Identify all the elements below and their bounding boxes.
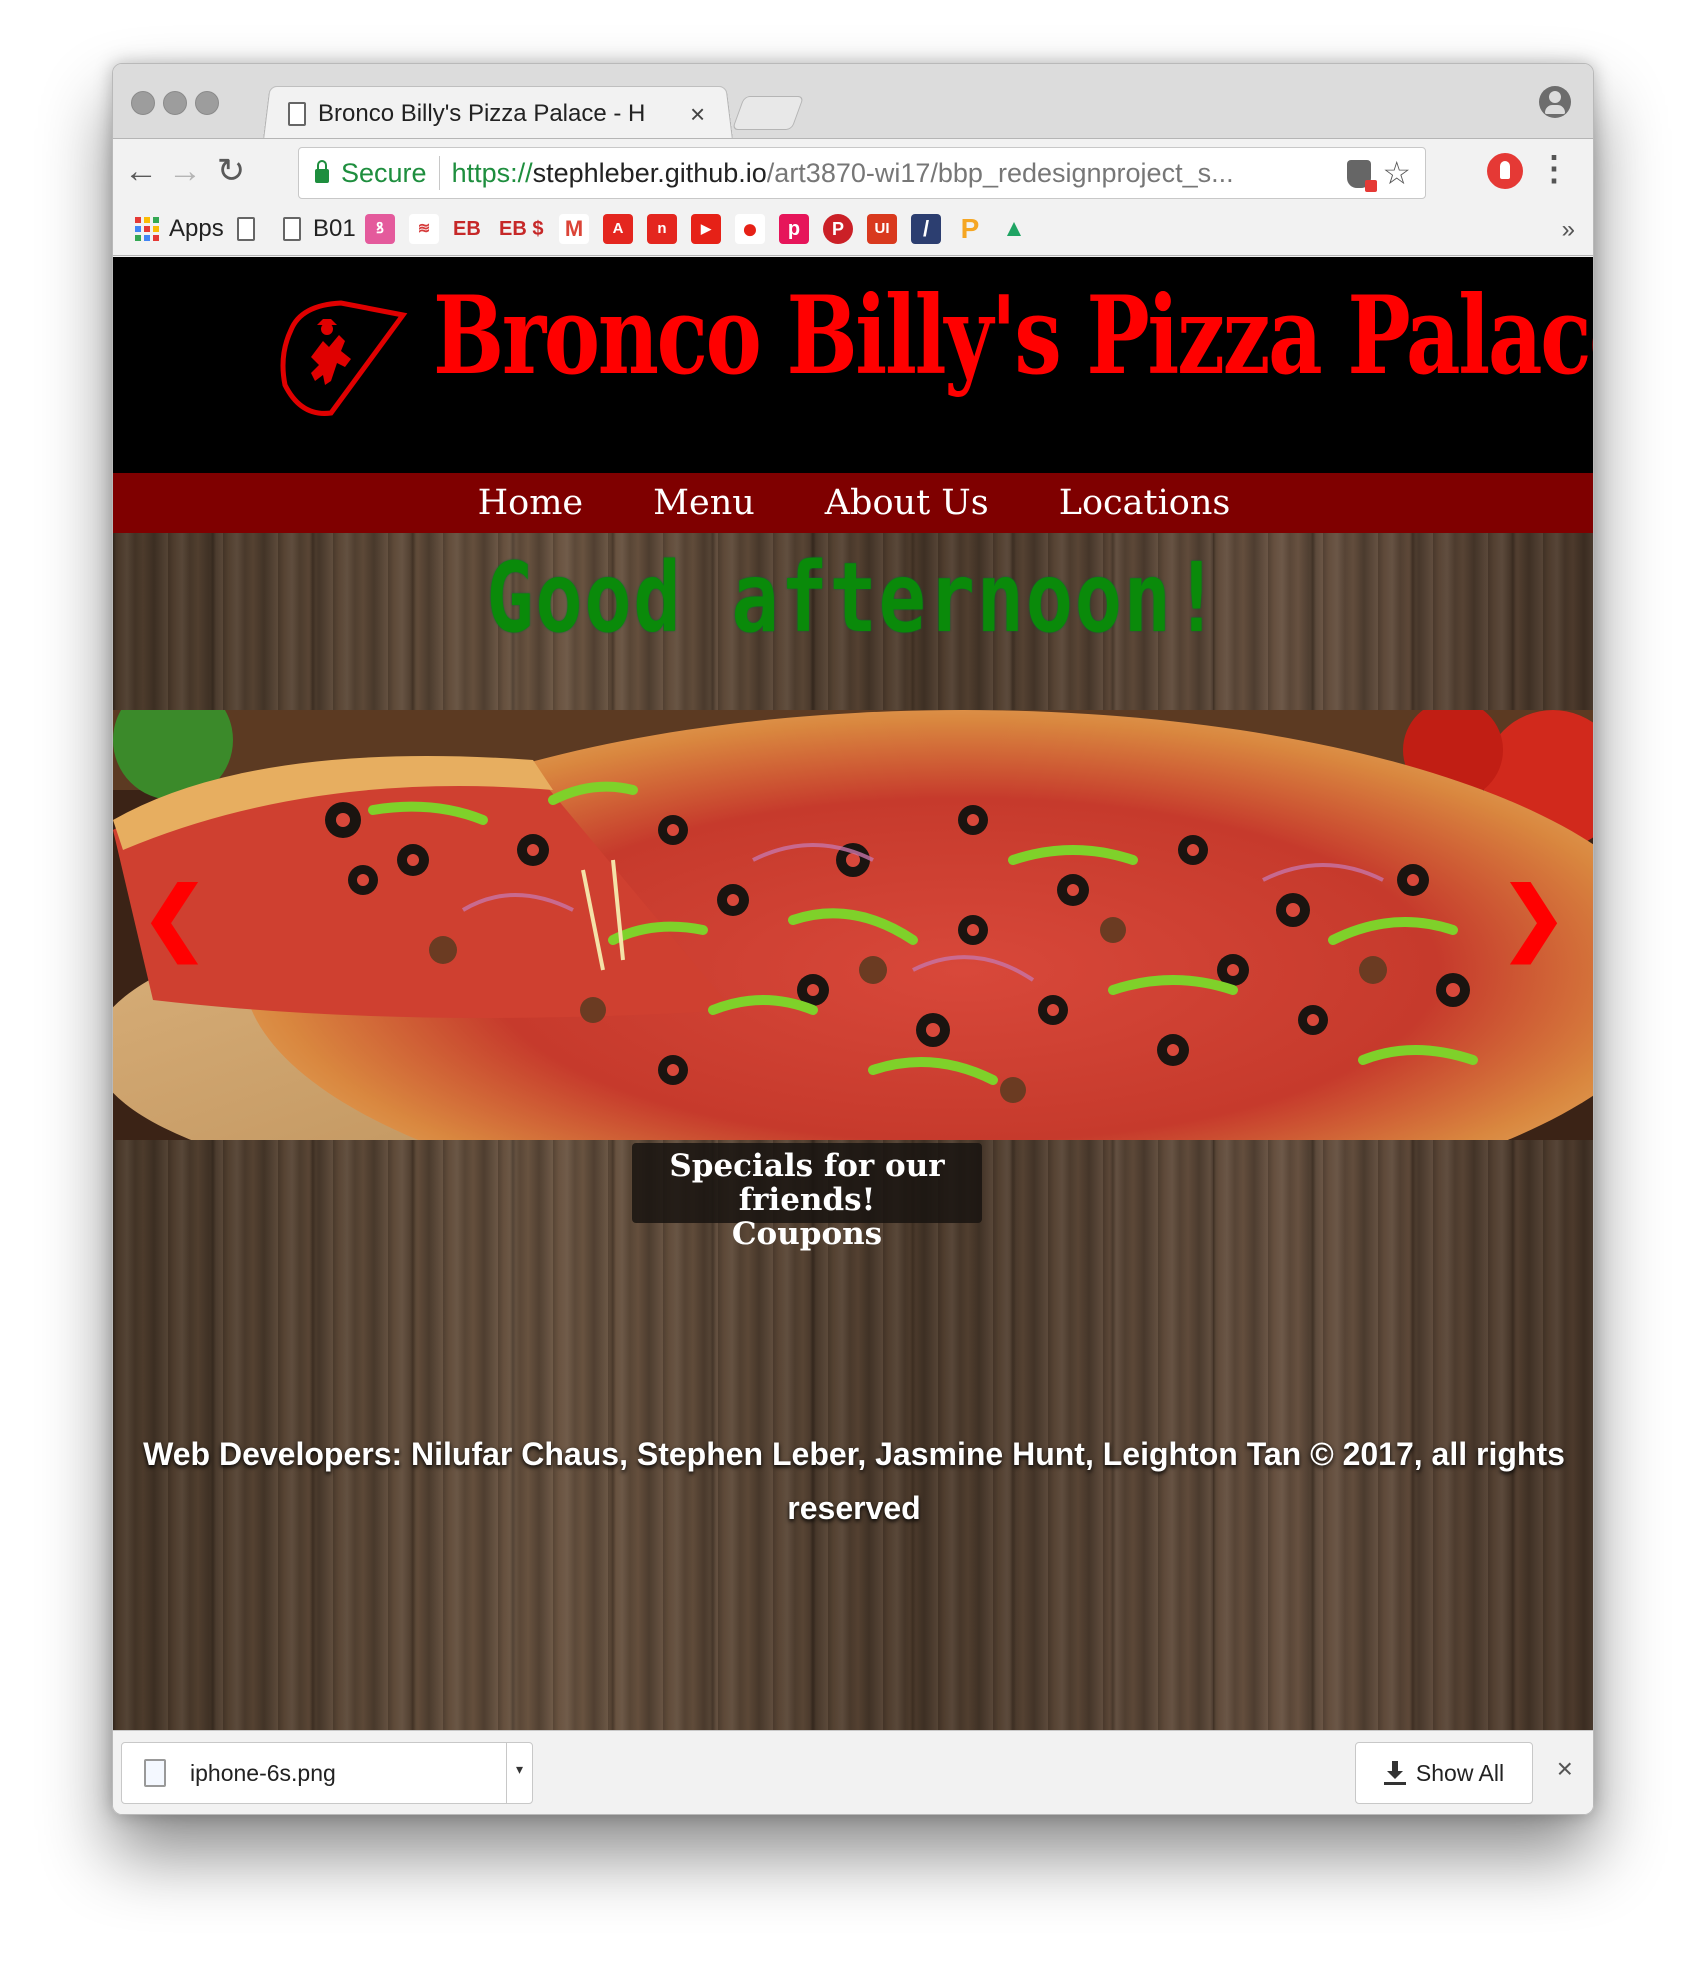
bookmark-star-icon[interactable]: ☆ xyxy=(1382,154,1411,192)
page-icon xyxy=(283,217,301,241)
bookmark-p-yellow[interactable]: P xyxy=(955,214,985,244)
toolbar: ← → ↻ Secure https:// stephleber.github.… xyxy=(113,138,1593,204)
greeting-heading: Good afternoon! xyxy=(486,542,1222,654)
url-path: /art3870-wi17/bbp_redesignproject_s... xyxy=(766,157,1234,188)
url-host: stephleber.github.io xyxy=(532,157,767,188)
adobe-favicon-icon: A xyxy=(603,214,633,244)
download-menu-caret-icon[interactable]: ▾ xyxy=(506,1743,532,1803)
youtube-favicon-icon: ▶ xyxy=(691,214,721,244)
zoom-window-button[interactable] xyxy=(195,91,219,115)
bookmark-adobe[interactable]: A xyxy=(603,214,633,244)
site-header: Bronco Billy's Pizza Palace xyxy=(113,257,1593,473)
lock-icon xyxy=(315,160,329,183)
nedit-favicon-icon: n xyxy=(647,214,677,244)
bookmark-eb-dollar[interactable]: EB $ xyxy=(499,214,543,244)
page-icon xyxy=(288,102,306,126)
browser-menu-icon[interactable]: ⋮ xyxy=(1537,149,1571,189)
bookmark-apps[interactable]: Apps xyxy=(135,214,224,244)
nav-home[interactable]: Home xyxy=(478,483,584,523)
close-window-button[interactable] xyxy=(131,91,155,115)
site-title[interactable]: Bronco Billy's Pizza Palace xyxy=(433,269,1593,404)
show-all-label: Show All xyxy=(1415,1759,1505,1786)
bookmark-ui[interactable]: UI xyxy=(867,214,897,244)
web-page: Bronco Billy's Pizza Palace Home Menu Ab… xyxy=(113,257,1593,1730)
bookmark-blank[interactable] xyxy=(237,214,267,244)
bookmark-eb[interactable]: EB xyxy=(453,214,481,244)
bookmark-pinterest[interactable]: P xyxy=(823,214,853,244)
profile-icon[interactable] xyxy=(1539,86,1571,118)
bookmark-link[interactable]: ꝸ xyxy=(365,214,395,244)
bookmark-apps-label: Apps xyxy=(169,215,224,242)
download-bar-close-icon[interactable]: × xyxy=(1557,1753,1573,1785)
nav-locations[interactable]: Locations xyxy=(1059,483,1231,523)
tab-close-icon[interactable]: × xyxy=(690,99,705,130)
url-scheme: https:// xyxy=(451,157,533,188)
nav-about-us[interactable]: About Us xyxy=(825,483,989,523)
bookmark-youtube[interactable]: ▶ xyxy=(691,214,721,244)
nav-menu[interactable]: Menu xyxy=(653,483,755,523)
bookmark-nedit[interactable]: n xyxy=(647,214,677,244)
download-file-name: iphone-6s.png xyxy=(190,1759,336,1786)
link-favicon-icon: ꝸ xyxy=(365,214,395,244)
site-footer: Web Developers: Nilufar Chaus, Stephen L… xyxy=(143,1436,1565,1526)
new-tab-button[interactable] xyxy=(731,96,805,130)
page-icon xyxy=(237,217,255,241)
slide-caption[interactable]: Specials for our friends! Coupons xyxy=(632,1143,982,1251)
secure-label: Secure xyxy=(341,157,427,188)
circle-favicon-icon: ● xyxy=(735,214,765,244)
extension-shield-icon[interactable] xyxy=(1347,160,1377,192)
caption-specials: Specials for our friends! xyxy=(669,1148,945,1218)
minimize-window-button[interactable] xyxy=(163,91,187,115)
pinterest-favicon-icon: P xyxy=(823,214,853,244)
carousel-next-icon[interactable]: ❯ xyxy=(1500,877,1567,957)
stripe-favicon-icon: / xyxy=(911,214,941,244)
p-yellow-favicon-icon: P xyxy=(955,214,985,244)
adblock-icon[interactable] xyxy=(1487,153,1523,189)
back-button[interactable]: ← xyxy=(119,149,163,193)
bookmark-circle[interactable]: ● xyxy=(735,214,765,244)
caption-coupons: Coupons xyxy=(731,1216,883,1252)
bookmarks-bar: Apps B01 ꝸ ≋ EB EB $ M A n ▶ ● p P UI / … xyxy=(113,204,1593,256)
reload-button[interactable]: ↻ xyxy=(209,149,253,193)
bookmark-eb-dollar-label: EB $ xyxy=(499,217,544,240)
bookmark-drive[interactable]: ▲ xyxy=(999,214,1029,244)
download-arrow-icon xyxy=(1383,1761,1406,1785)
carousel-prev-icon[interactable]: ❮ xyxy=(141,877,208,957)
bookmark-p[interactable]: p xyxy=(779,214,809,244)
download-item[interactable]: iphone-6s.png ▾ xyxy=(121,1742,533,1804)
bank-favicon-icon: ≋ xyxy=(409,214,439,244)
browser-window: Bronco Billy's Pizza Palace - H × ← → ↻ … xyxy=(112,63,1594,1815)
forward-button[interactable]: → xyxy=(163,149,207,193)
bookmark-b01[interactable]: B01 xyxy=(283,214,356,244)
drive-favicon-icon: ▲ xyxy=(999,214,1029,244)
tab-title: Bronco Billy's Pizza Palace - H xyxy=(318,100,646,127)
ui-favicon-icon: UI xyxy=(867,214,897,244)
image-file-icon xyxy=(144,1759,166,1787)
bookmarks-overflow-icon[interactable]: » xyxy=(1562,216,1575,244)
show-all-button[interactable]: Show All xyxy=(1355,1742,1533,1804)
address-bar[interactable]: Secure https:// stephleber.github.io /ar… xyxy=(298,147,1426,199)
bookmark-b01-label: B01 xyxy=(313,215,356,242)
pizza-slide-image xyxy=(113,710,1593,1140)
site-nav: Home Menu About Us Locations xyxy=(113,473,1593,533)
apps-grid-icon xyxy=(135,217,159,241)
gmail-favicon-icon: M xyxy=(559,214,589,244)
bronco-logo-icon[interactable] xyxy=(271,285,411,425)
tab-strip: Bronco Billy's Pizza Palace - H × xyxy=(113,64,1593,140)
bookmark-gmail[interactable]: M xyxy=(559,214,589,244)
bookmark-bank[interactable]: ≋ xyxy=(409,214,439,244)
bookmark-stripe[interactable]: / xyxy=(911,214,941,244)
bookmark-eb-label: EB xyxy=(453,217,481,240)
p-favicon-icon: p xyxy=(779,214,809,244)
download-bar: iphone-6s.png ▾ Show All × xyxy=(113,1730,1593,1814)
